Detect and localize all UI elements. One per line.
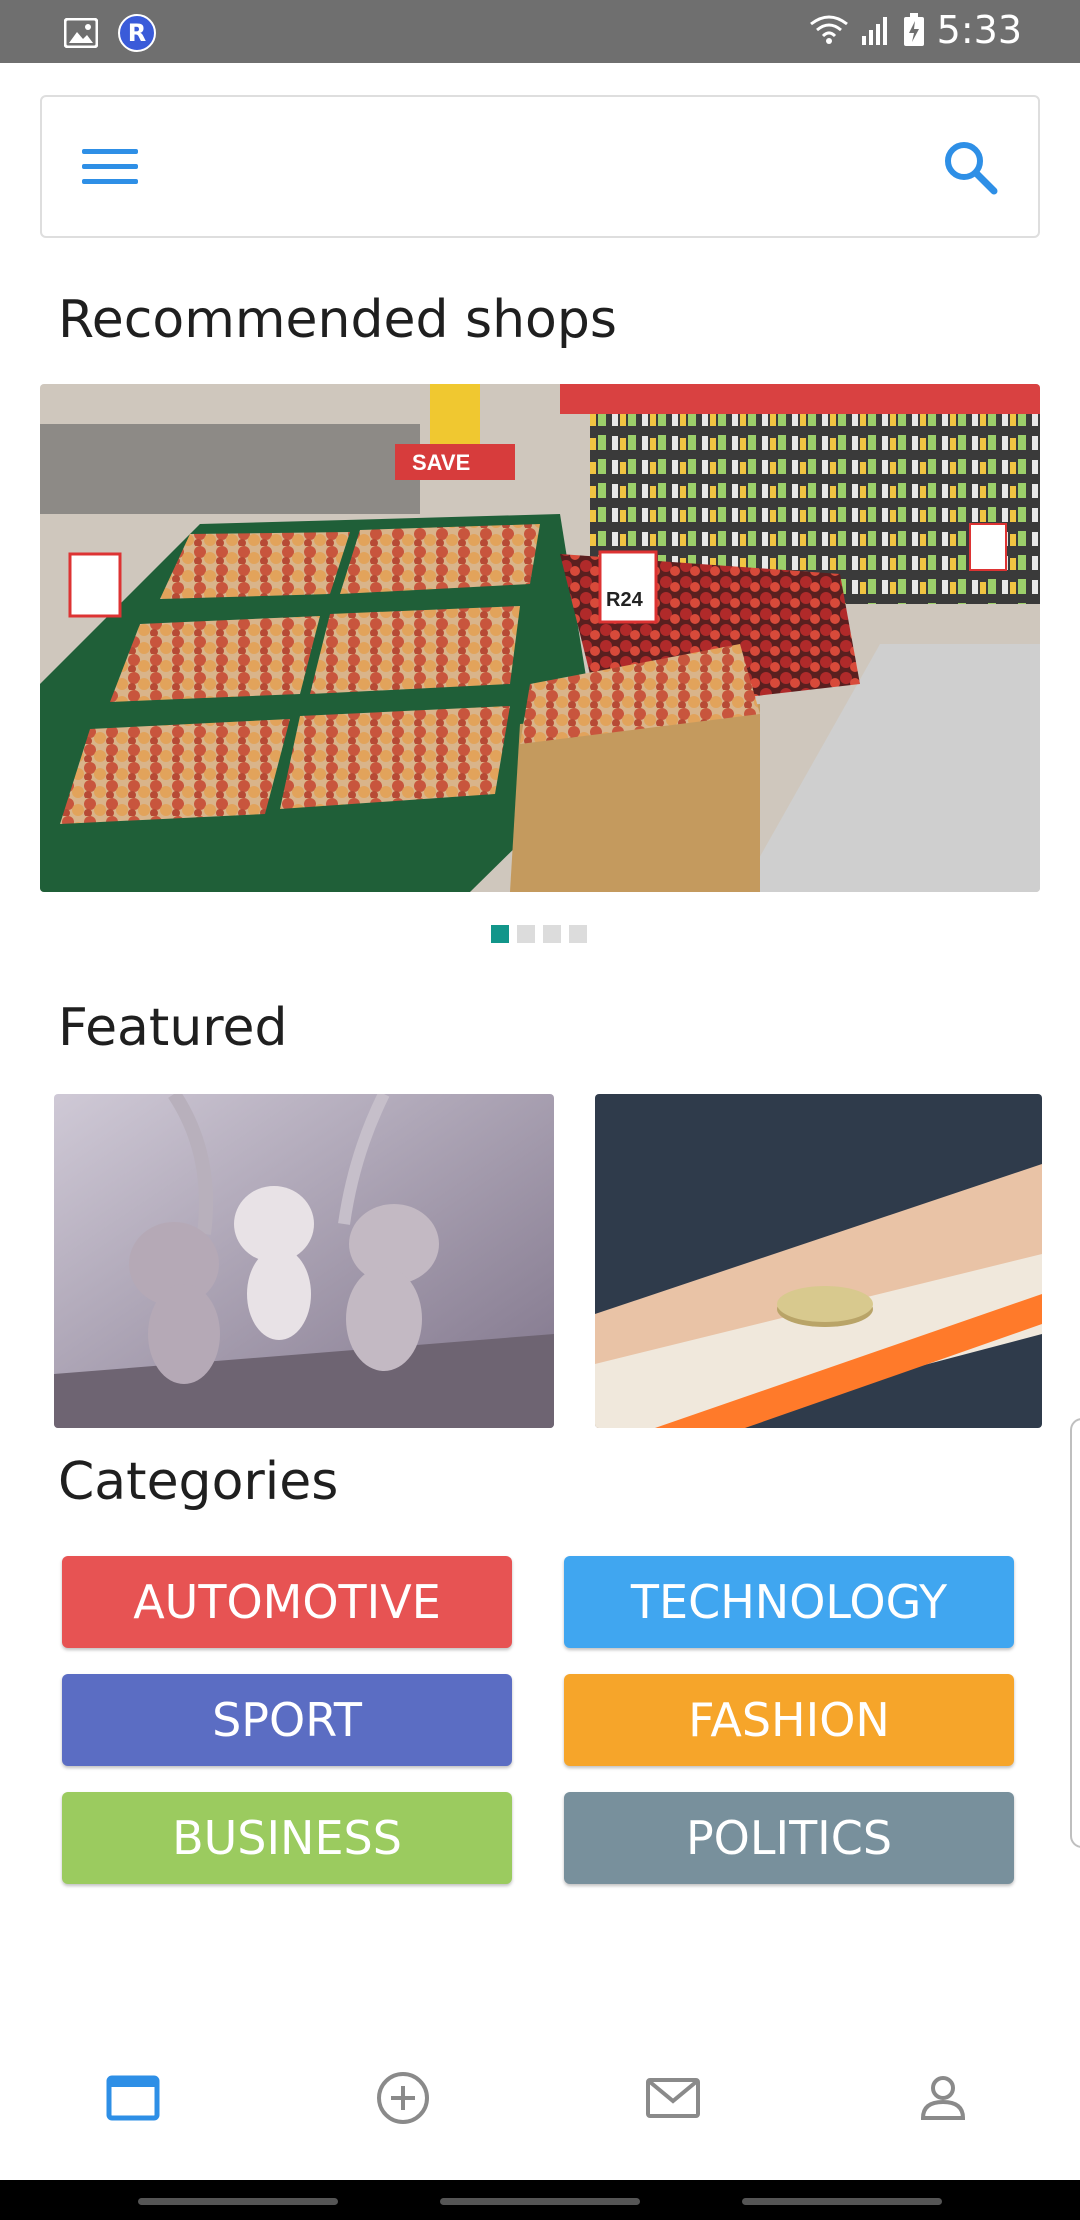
edge-panel-handle[interactable] <box>1070 1418 1080 1848</box>
mail-icon[interactable] <box>643 2068 703 2128</box>
featured-item-toys[interactable] <box>54 1094 554 1428</box>
bottom-navigation <box>0 2050 1080 2150</box>
r-app-icon: R <box>118 14 156 52</box>
category-automotive-button[interactable]: AUTOMOTIVE <box>62 1556 512 1648</box>
carousel-indicator <box>491 925 587 943</box>
carousel-dot[interactable] <box>517 925 535 943</box>
carousel-dot[interactable] <box>491 925 509 943</box>
system-navigation-bar <box>0 2180 1080 2220</box>
category-sport-button[interactable]: SPORT <box>62 1674 512 1766</box>
gesture-hint[interactable] <box>440 2198 640 2205</box>
carousel-dot[interactable] <box>543 925 561 943</box>
category-fashion-button[interactable]: FASHION <box>564 1674 1014 1766</box>
profile-icon[interactable] <box>913 2068 973 2128</box>
gesture-hint[interactable] <box>138 2198 338 2205</box>
add-circle-icon[interactable] <box>373 2068 433 2128</box>
wifi-icon <box>809 15 848 44</box>
browse-icon[interactable] <box>103 2068 163 2128</box>
featured-heading: Featured <box>58 998 288 1058</box>
recommended-shop-image[interactable]: SAVE R24 <box>40 384 1040 892</box>
category-technology-button[interactable]: TECHNOLOGY <box>564 1556 1014 1648</box>
search-icon[interactable] <box>942 139 998 195</box>
status-left-icons: R <box>64 14 156 52</box>
search-bar[interactable] <box>40 95 1040 238</box>
menu-icon[interactable] <box>82 145 138 189</box>
battery-charging-icon <box>903 13 924 46</box>
status-bar: R 5:33 <box>0 0 1080 63</box>
carousel-dot[interactable] <box>569 925 587 943</box>
status-time: 5:33 <box>936 8 1022 52</box>
image-icon <box>64 18 98 48</box>
categories-heading: Categories <box>58 1452 339 1512</box>
featured-item-receipt[interactable] <box>595 1094 1042 1428</box>
status-right-icons: 5:33 <box>809 8 1022 52</box>
svg-text:SAVE: SAVE <box>412 450 470 475</box>
svg-text:R24: R24 <box>606 589 644 611</box>
signal-icon <box>861 17 887 45</box>
recommended-shops-heading: Recommended shops <box>58 290 617 350</box>
category-business-button[interactable]: BUSINESS <box>62 1792 512 1884</box>
gesture-hint[interactable] <box>742 2198 942 2205</box>
category-politics-button[interactable]: POLITICS <box>564 1792 1014 1884</box>
